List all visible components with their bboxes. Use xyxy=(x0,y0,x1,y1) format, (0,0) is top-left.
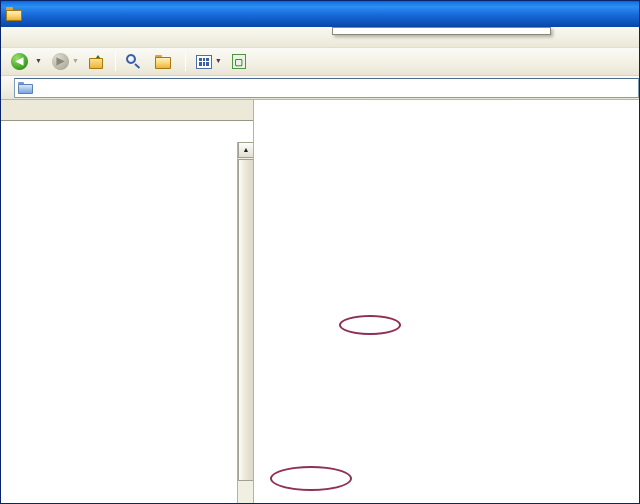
address-input[interactable] xyxy=(14,77,639,98)
context-menu[interactable] xyxy=(332,27,551,35)
folder-open-icon xyxy=(6,7,22,21)
forward-dropdown-icon[interactable]: ▼ xyxy=(72,58,79,65)
up-button[interactable] xyxy=(84,50,110,73)
extra-button[interactable]: ▢ xyxy=(227,50,251,73)
folders-icon xyxy=(154,54,171,69)
tool-bar: ◀ ▼ ▶ ▼ ▼ ▢ xyxy=(1,48,639,76)
folders-button[interactable] xyxy=(150,50,180,73)
back-arrow-icon: ◀ xyxy=(11,53,28,70)
menu-view[interactable] xyxy=(33,35,47,39)
views-button[interactable]: ▼ xyxy=(191,50,227,73)
file-list-pane[interactable] xyxy=(254,100,639,503)
folders-pane: ▲ ▼ xyxy=(1,100,254,503)
explorer-window: ◀ ▼ ▶ ▼ ▼ ▢ ▲ xyxy=(0,0,640,504)
menu-tools[interactable] xyxy=(61,35,75,39)
search-icon xyxy=(125,54,141,69)
scrollbar-thumb[interactable] xyxy=(238,159,253,481)
content-area: ▲ ▼ xyxy=(1,100,639,503)
folder-icon xyxy=(18,81,33,94)
menu-file[interactable] xyxy=(5,35,19,39)
folder-tree-container: ▲ ▼ xyxy=(1,120,253,503)
scroll-up-button[interactable]: ▲ xyxy=(238,142,253,158)
views-dropdown-icon[interactable]: ▼ xyxy=(215,58,222,65)
forward-arrow-icon: ▶ xyxy=(51,53,69,70)
folders-pane-header xyxy=(1,100,253,120)
menu-favorites[interactable] xyxy=(47,35,61,39)
views-icon xyxy=(195,54,212,69)
menu-edit[interactable] xyxy=(19,35,33,39)
back-button[interactable]: ◀ ▼ xyxy=(6,50,47,73)
toolbar-separator-1 xyxy=(114,52,116,71)
title-bar xyxy=(1,1,639,27)
forward-button[interactable]: ▶ ▼ xyxy=(47,50,84,73)
up-folder-icon xyxy=(88,54,105,69)
toolbar-separator-2 xyxy=(184,52,186,71)
folder-tree-scrollbar[interactable]: ▲ ▼ xyxy=(237,142,253,503)
address-bar xyxy=(1,76,639,100)
green-document-icon: ▢ xyxy=(231,54,246,69)
search-button[interactable] xyxy=(121,50,150,73)
menu-help[interactable] xyxy=(75,35,89,39)
folder-tree xyxy=(1,121,237,124)
back-dropdown-icon[interactable]: ▼ xyxy=(35,58,42,65)
